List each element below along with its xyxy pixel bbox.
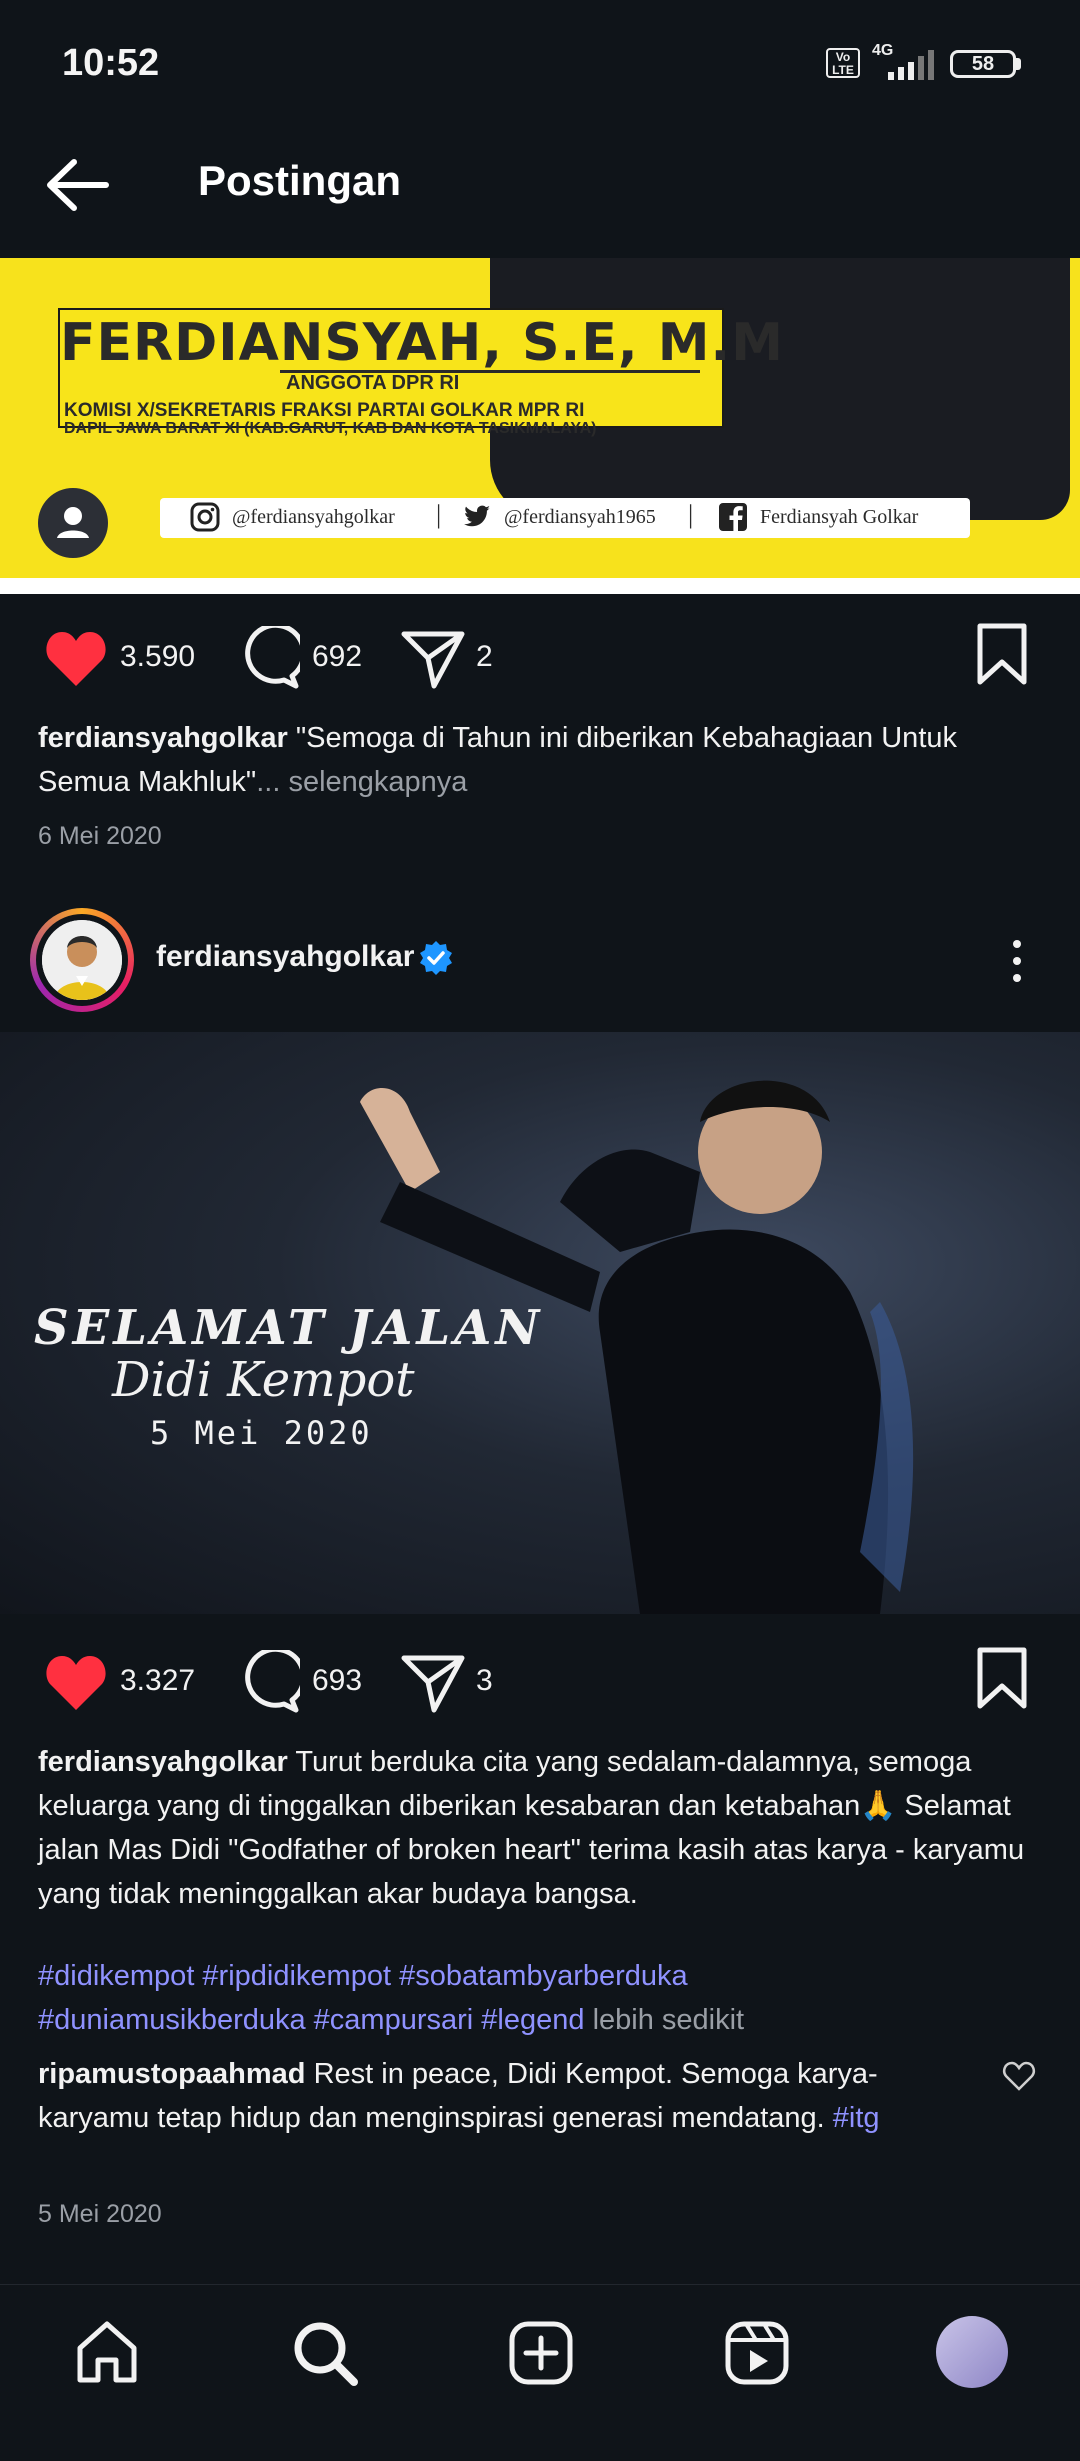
photo-subtitle: Didi Kempot	[112, 1352, 415, 1408]
banner-line3: DAPIL JAWA BARAT XI (KAB.GARUT, KAB DAN …	[64, 420, 597, 437]
post2-share-count[interactable]: 3	[476, 1664, 493, 1698]
see-less-link[interactable]: lebih sedikit	[593, 2004, 745, 2036]
reels-icon[interactable]	[722, 2318, 792, 2388]
comment-icon[interactable]	[236, 626, 300, 690]
volte-icon: Vo LTE	[826, 48, 860, 78]
see-more-link[interactable]: ... selengkapnya	[256, 766, 467, 798]
twitter-handle: @ferdiansyah1965	[504, 506, 656, 528]
facebook-handle: Ferdiansyah Golkar	[760, 506, 919, 528]
post2-username[interactable]: ferdiansyahgolkar	[156, 940, 414, 974]
post2-comment-count[interactable]: 693	[312, 1664, 362, 1698]
back-arrow-icon[interactable]	[40, 150, 120, 220]
like-heart-icon[interactable]	[44, 628, 108, 688]
bookmark-icon[interactable]	[976, 622, 1028, 686]
separator: |	[436, 500, 442, 529]
separator: |	[688, 500, 694, 529]
battery-icon: 58	[950, 50, 1016, 78]
post1-comment-count[interactable]: 692	[312, 640, 362, 674]
photo-title: SELAMAT JALAN	[34, 1300, 544, 1356]
comment-username[interactable]: ripamustopaahmad	[38, 2058, 306, 2090]
search-icon[interactable]	[290, 2318, 360, 2388]
post2-hashtags: #didikempot #ripdidikempot #sobatambyarb…	[38, 1954, 1028, 2042]
caption-username[interactable]: ferdiansyahgolkar	[38, 1746, 288, 1778]
post1-date: 6 Mei 2020	[38, 822, 162, 850]
post1-like-count[interactable]: 3.590	[120, 640, 195, 674]
post2-like-count[interactable]: 3.327	[120, 1664, 195, 1698]
share-icon[interactable]	[400, 626, 466, 690]
caption-username[interactable]: ferdiansyahgolkar	[38, 722, 288, 754]
post2-caption: ferdiansyahgolkar Turut berduka cita yan…	[38, 1740, 1028, 1916]
hashtags-line2[interactable]: #duniamusikberduka #campursari #legend	[38, 2004, 585, 2036]
more-options-icon[interactable]	[1002, 938, 1032, 984]
battery-tip	[1016, 58, 1021, 70]
instagram-icon	[190, 502, 220, 532]
instagram-handle: @ferdiansyahgolkar	[232, 506, 395, 528]
status-bar: 10:52 Vo LTE 4G 58	[0, 0, 1080, 130]
post1-share-count[interactable]: 2	[476, 640, 493, 674]
comment-icon[interactable]	[236, 1650, 300, 1714]
page-title: Postingan	[198, 157, 402, 204]
share-icon[interactable]	[400, 1650, 466, 1714]
banner-line2: KOMISI X/SEKRETARIS FRAKSI PARTAI GOLKAR…	[64, 400, 585, 421]
profile-tab-avatar[interactable]	[936, 2316, 1008, 2388]
hashtags-line1[interactable]: #didikempot #ripdidikempot #sobatambyarb…	[38, 1960, 688, 1992]
photo-date: 5 Mei 2020	[150, 1414, 373, 1452]
signal-icon	[888, 50, 934, 80]
tag-user-icon[interactable]	[38, 488, 108, 558]
verified-badge-icon	[420, 941, 452, 975]
bookmark-icon[interactable]	[976, 1646, 1028, 1710]
create-post-icon[interactable]	[506, 2318, 576, 2388]
banner-name: FERDIANSYAH, S.E, M.M	[60, 313, 784, 373]
post1-image[interactable]: FERDIANSYAH, S.E, M.M ANGGOTA DPR RI KOM…	[0, 258, 1080, 594]
home-icon[interactable]	[72, 2318, 142, 2388]
status-time: 10:52	[62, 42, 160, 84]
top-comment: ripamustopaahmad Rest in peace, Didi Kem…	[38, 2052, 938, 2140]
profile-avatar[interactable]	[42, 920, 122, 1000]
twitter-icon	[464, 505, 490, 527]
comment-hashtag[interactable]: #itg	[833, 2102, 880, 2134]
banner-role: ANGGOTA DPR RI	[286, 372, 460, 394]
post2-date: 5 Mei 2020	[38, 2200, 162, 2228]
like-heart-icon[interactable]	[44, 1652, 108, 1712]
banner-border	[0, 578, 1080, 594]
post1-caption: ferdiansyahgolkar "Semoga di Tahun ini d…	[38, 716, 1028, 804]
comment-like-icon[interactable]	[1002, 2060, 1036, 2092]
facebook-icon	[719, 503, 747, 532]
